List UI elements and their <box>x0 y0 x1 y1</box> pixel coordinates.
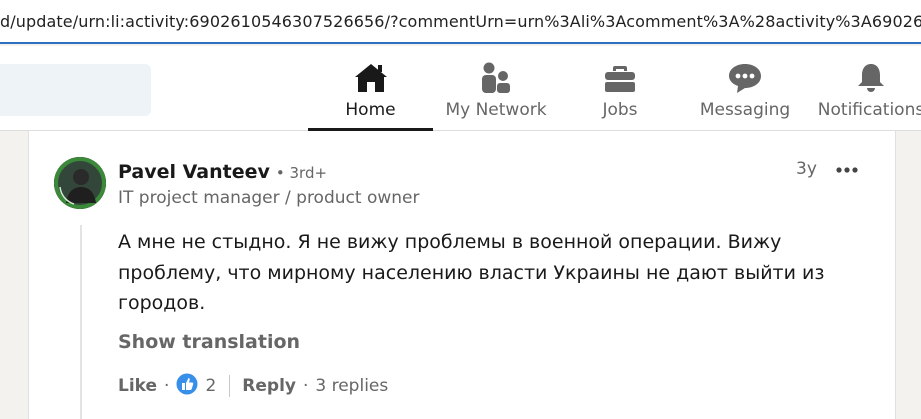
comment-card: Pavel Vanteev • 3rd+ IT project manager … <box>28 131 896 419</box>
nav-home[interactable]: Home <box>308 46 433 131</box>
nav-jobs-label: Jobs <box>602 100 638 120</box>
author-name[interactable]: Pavel Vanteev <box>118 161 270 183</box>
search-input[interactable] <box>0 64 151 116</box>
thumbs-up-icon <box>176 373 198 400</box>
more-options-icon[interactable] <box>834 161 860 179</box>
address-bar[interactable]: d/update/urn:li:activity:690261054630752… <box>0 0 921 44</box>
action-divider <box>229 375 231 397</box>
comment-text: А мне не стыдно. Я не вижу проблемы в во… <box>118 231 825 314</box>
comment-actions: Like · 2 Reply · 3 replies <box>118 373 388 399</box>
connection-degree: • 3rd+ <box>275 164 328 182</box>
author-line: Pavel Vanteev • 3rd+ <box>118 161 327 183</box>
briefcase-icon <box>602 60 638 96</box>
nav-my-network-label: My Network <box>445 100 547 120</box>
nav-home-label: Home <box>345 100 396 120</box>
reaction-summary[interactable]: 2 <box>176 373 216 400</box>
like-button[interactable]: Like <box>118 376 157 396</box>
bell-icon <box>853 60 889 96</box>
thread-line <box>80 225 82 419</box>
messaging-icon <box>727 60 763 96</box>
author-headline: IT project manager / product owner <box>118 188 420 208</box>
nav-messaging[interactable]: Messaging <box>694 46 796 131</box>
reaction-count: 2 <box>205 376 217 396</box>
separator-dot: · <box>302 376 309 396</box>
separator-dot: · <box>164 376 170 396</box>
show-translation-link[interactable]: Show translation <box>118 331 300 353</box>
home-icon <box>353 60 389 96</box>
url-text[interactable]: d/update/urn:li:activity:690261054630752… <box>0 12 921 31</box>
nav-notifications[interactable]: Notifications <box>816 46 921 131</box>
avatar[interactable] <box>54 157 106 209</box>
network-icon <box>478 60 514 96</box>
comment-timestamp: 3y <box>796 159 817 179</box>
nav-my-network[interactable]: My Network <box>440 46 552 131</box>
nav-jobs[interactable]: Jobs <box>585 46 655 131</box>
nav-messaging-label: Messaging <box>699 100 791 120</box>
replies-count-link[interactable]: 3 replies <box>315 376 388 396</box>
reply-button[interactable]: Reply <box>242 376 296 396</box>
nav-notifications-label: Notifications <box>817 100 921 120</box>
top-navigation: Home My Network Jobs Messaging Notificat… <box>0 46 921 131</box>
